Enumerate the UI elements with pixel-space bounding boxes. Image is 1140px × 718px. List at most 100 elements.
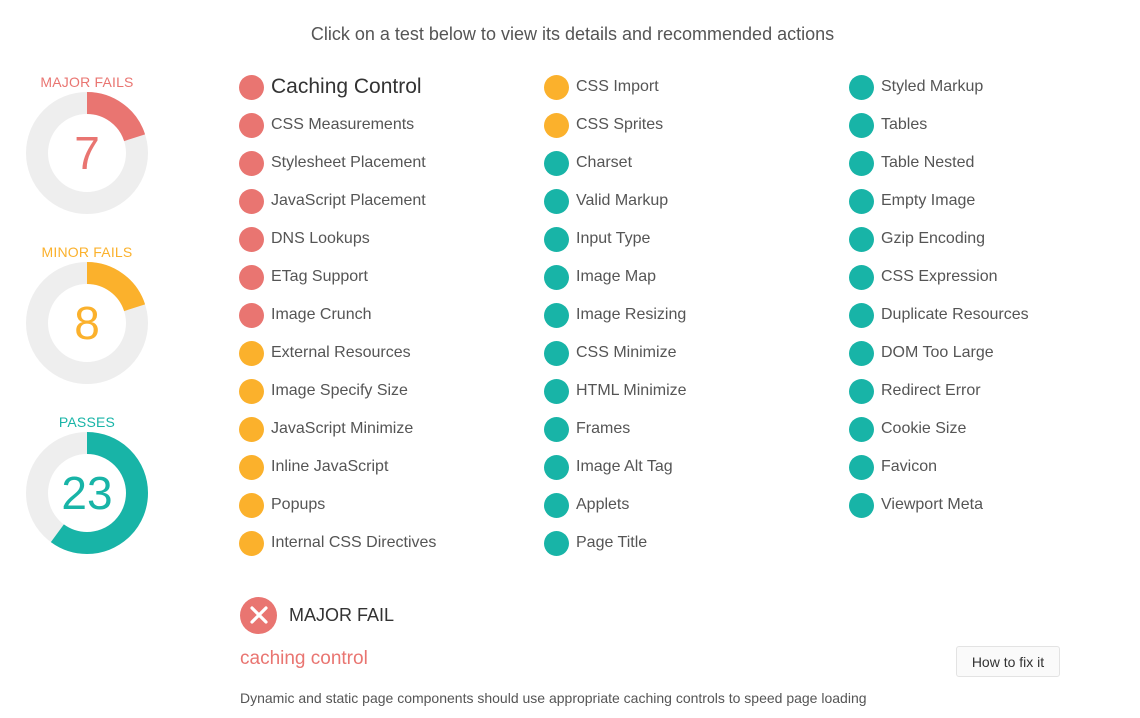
test-item-label: DOM Too Large: [881, 344, 994, 361]
test-item[interactable]: Input Type: [544, 220, 834, 258]
test-item[interactable]: Gzip Encoding: [849, 220, 1139, 258]
status-dot-icon: [239, 74, 264, 100]
status-dot-icon: [849, 492, 874, 518]
test-item[interactable]: CSS Minimize: [544, 334, 834, 372]
test-detail-panel: MAJOR FAIL caching control How to fix it…: [240, 596, 1070, 706]
test-item[interactable]: Image Alt Tag: [544, 448, 834, 486]
status-dot-icon: [544, 492, 569, 518]
test-item[interactable]: Charset: [544, 144, 834, 182]
test-item[interactable]: Favicon: [849, 448, 1139, 486]
minor-fails-label: MINOR FAILS: [41, 244, 133, 260]
test-item[interactable]: Image Map: [544, 258, 834, 296]
test-item-label: Image Alt Tag: [576, 458, 673, 475]
test-item[interactable]: External Resources: [239, 334, 529, 372]
test-item-label: Duplicate Resources: [881, 306, 1029, 323]
test-item[interactable]: Valid Markup: [544, 182, 834, 220]
test-item[interactable]: ETag Support: [239, 258, 529, 296]
status-dot-icon: [239, 378, 264, 404]
status-dot-icon: [544, 264, 569, 290]
minor-fails-count: 8: [74, 297, 100, 349]
status-dot-icon: [849, 264, 874, 290]
status-header: MAJOR FAIL: [240, 596, 1070, 634]
status-dot-icon: [849, 74, 874, 100]
passes-count: 23: [61, 467, 113, 519]
test-item[interactable]: Table Nested: [849, 144, 1139, 182]
test-item[interactable]: DNS Lookups: [239, 220, 529, 258]
test-item[interactable]: CSS Expression: [849, 258, 1139, 296]
test-item-label: Charset: [576, 154, 633, 171]
selected-test-name: caching control: [240, 648, 368, 669]
how-to-fix-button[interactable]: How to fix it: [956, 646, 1060, 677]
test-item[interactable]: JavaScript Placement: [239, 182, 529, 220]
test-item-label: Image Specify Size: [271, 382, 408, 399]
test-item-label: Input Type: [576, 230, 651, 247]
test-item[interactable]: Image Resizing: [544, 296, 834, 334]
test-item-label: CSS Measurements: [271, 116, 415, 133]
status-dot-icon: [544, 416, 569, 442]
test-item-label: ETag Support: [271, 268, 368, 285]
test-item-label: Inline JavaScript: [271, 458, 389, 475]
status-dot-icon: [239, 302, 264, 328]
test-item-label: Image Resizing: [576, 306, 687, 323]
test-item[interactable]: Styled Markup: [849, 68, 1139, 106]
status-dot-icon: [544, 302, 569, 328]
status-dot-icon: [239, 188, 264, 214]
test-item[interactable]: Internal CSS Directives: [239, 524, 529, 562]
test-item-label: Tables: [881, 116, 928, 133]
status-dot-icon: [849, 188, 874, 214]
test-item-label: Internal CSS Directives: [271, 534, 437, 551]
test-item[interactable]: Cookie Size: [849, 410, 1139, 448]
test-item[interactable]: Image Crunch: [239, 296, 529, 334]
major-fails-count: 7: [74, 127, 100, 179]
test-item-label: Redirect Error: [881, 382, 981, 399]
test-item-label: JavaScript Minimize: [271, 420, 414, 437]
status-dot-icon: [239, 340, 264, 366]
test-item[interactable]: Page Title: [544, 524, 834, 562]
status-dot-icon: [544, 530, 569, 556]
test-item-label: HTML Minimize: [576, 382, 687, 399]
status-dot-icon: [849, 112, 874, 138]
test-item[interactable]: JavaScript Minimize: [239, 410, 529, 448]
test-item-label: Cookie Size: [881, 420, 967, 437]
status-dot-icon: [544, 150, 569, 176]
test-item[interactable]: DOM Too Large: [849, 334, 1139, 372]
status-title: MAJOR FAIL: [289, 604, 395, 625]
test-item-label: DNS Lookups: [271, 230, 370, 247]
status-dot-icon: [239, 416, 264, 442]
minor-fails-gauge: MINOR FAILS 8: [26, 242, 148, 384]
test-item[interactable]: Frames: [544, 410, 834, 448]
status-dot-icon: [849, 378, 874, 404]
status-dot-icon: [239, 112, 264, 138]
status-dot-icon: [849, 302, 874, 328]
test-item[interactable]: Tables: [849, 106, 1139, 144]
status-dot-icon: [239, 264, 264, 290]
test-item-label: Viewport Meta: [881, 496, 983, 513]
status-dot-icon: [849, 340, 874, 366]
test-item[interactable]: Inline JavaScript: [239, 448, 529, 486]
results-summary: MAJOR FAILS 7 MINOR FAILS 8 PASSES 23: [26, 72, 148, 554]
status-dot-icon: [239, 150, 264, 176]
test-item[interactable]: CSS Sprites: [544, 106, 834, 144]
test-item[interactable]: CSS Import: [544, 68, 834, 106]
test-item-label: Table Nested: [881, 154, 975, 171]
test-item[interactable]: Popups: [239, 486, 529, 524]
status-dot-icon: [544, 454, 569, 480]
test-item-label: CSS Expression: [881, 268, 998, 285]
test-item-label: Popups: [271, 496, 326, 513]
test-item[interactable]: Empty Image: [849, 182, 1139, 220]
test-item-label: JavaScript Placement: [271, 192, 426, 209]
test-item[interactable]: Duplicate Resources: [849, 296, 1139, 334]
test-item-label: External Resources: [271, 344, 411, 361]
test-item[interactable]: Image Specify Size: [239, 372, 529, 410]
test-item[interactable]: Stylesheet Placement: [239, 144, 529, 182]
test-item-label: Favicon: [881, 458, 938, 475]
test-item-label: Caching Control: [271, 75, 422, 98]
test-item[interactable]: Viewport Meta: [849, 486, 1139, 524]
test-item[interactable]: HTML Minimize: [544, 372, 834, 410]
test-item[interactable]: Caching Control: [239, 68, 529, 106]
test-item[interactable]: Redirect Error: [849, 372, 1139, 410]
status-dot-icon: [849, 226, 874, 252]
test-item[interactable]: Applets: [544, 486, 834, 524]
test-column-2: CSS Import CSS Sprites Charset Valid Markup…: [544, 68, 834, 562]
test-item[interactable]: CSS Measurements: [239, 106, 529, 144]
